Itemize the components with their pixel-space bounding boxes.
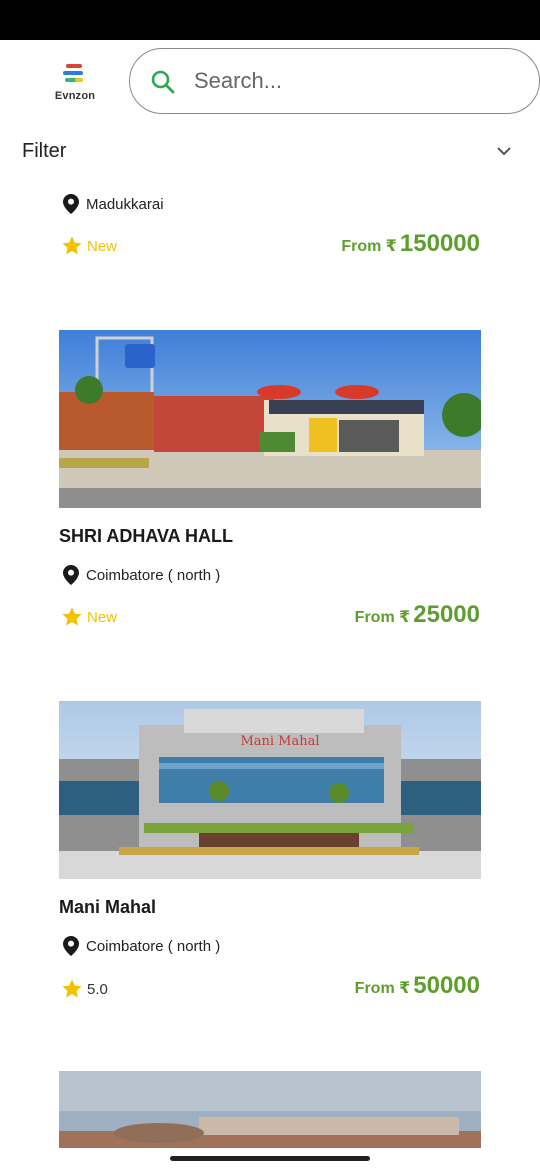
price-amount: 25000 bbox=[413, 601, 480, 628]
header: Evnzon bbox=[0, 40, 540, 130]
price-prefix: From ₹ bbox=[354, 609, 411, 626]
rating-text: New bbox=[87, 608, 118, 626]
venue-rating: 5.0 bbox=[61, 975, 108, 1003]
venue-rating: New bbox=[61, 232, 117, 260]
home-indicator bbox=[170, 1156, 370, 1161]
price-prefix: From ₹ bbox=[341, 238, 397, 255]
logo-text: Evnzon bbox=[54, 90, 96, 102]
star-icon bbox=[62, 979, 82, 998]
venue-name[interactable]: SHRI ADHAVA HALL bbox=[59, 526, 233, 547]
venue-location: Coimbatore ( north ) bbox=[62, 933, 220, 959]
location-pin-icon bbox=[63, 194, 79, 214]
venue-location-text: Coimbatore ( north ) bbox=[86, 937, 221, 955]
venue-price: From ₹ 50000 bbox=[355, 972, 480, 1004]
search-bar[interactable] bbox=[129, 48, 540, 114]
price-amount: 50000 bbox=[413, 972, 480, 999]
price-amount: 150000 bbox=[399, 230, 480, 257]
venue-name[interactable]: Mani Mahal bbox=[59, 897, 156, 918]
filter-label: Filter bbox=[22, 140, 67, 162]
venue-price: From ₹ 25000 bbox=[355, 601, 480, 633]
venue-photo bbox=[59, 330, 481, 508]
venue-photo: Mani Mahal bbox=[59, 701, 481, 879]
venue-location: Coimbatore ( north ) bbox=[62, 562, 220, 588]
venue-image[interactable]: Mani Mahal bbox=[59, 701, 481, 879]
venue-image[interactable] bbox=[59, 1071, 481, 1148]
star-icon bbox=[62, 607, 82, 626]
venue-location-text: Madukkarai bbox=[86, 195, 164, 213]
star-icon bbox=[62, 236, 82, 255]
location-pin-icon bbox=[63, 565, 79, 585]
location-pin-icon bbox=[63, 936, 79, 956]
price-prefix: From ₹ bbox=[354, 980, 411, 997]
rating-text: New bbox=[87, 237, 118, 255]
search-input[interactable] bbox=[194, 61, 514, 101]
chevron-down-icon[interactable] bbox=[496, 146, 512, 156]
logo-mark-icon bbox=[63, 64, 83, 82]
search-icon[interactable] bbox=[150, 69, 176, 95]
app-logo[interactable]: Evnzon bbox=[48, 60, 102, 110]
venue-photo bbox=[59, 1071, 481, 1148]
venue-location-text: Coimbatore ( north ) bbox=[86, 566, 221, 584]
venue-location: Madukkarai bbox=[62, 191, 164, 217]
status-bar bbox=[0, 0, 540, 40]
rating-text: 5.0 bbox=[87, 980, 108, 998]
filter-row[interactable]: Filter bbox=[0, 130, 540, 174]
venue-price: From ₹ 150000 bbox=[341, 230, 480, 262]
building-sign: Mani Mahal bbox=[240, 734, 319, 749]
venue-rating: New bbox=[61, 603, 117, 631]
venue-image[interactable] bbox=[59, 330, 481, 508]
